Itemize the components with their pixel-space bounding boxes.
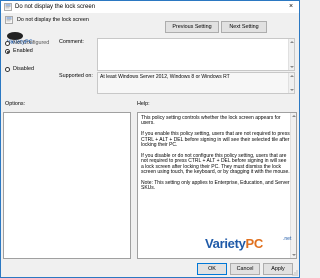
next-setting-button[interactable]: Next Setting (221, 21, 267, 33)
cancel-button[interactable]: Cancel (230, 263, 260, 275)
help-text: This policy setting controls whether the… (141, 115, 290, 197)
watermark-main: Variety (205, 236, 246, 251)
help-paragraph: Note: This setting only applies to Enter… (141, 179, 290, 192)
scroll-down-icon[interactable] (290, 89, 294, 91)
radio-not-configured-label: Not Configured (13, 40, 50, 46)
comment-scrollbar[interactable] (288, 39, 294, 70)
radio-not-configured-dot[interactable] (5, 40, 10, 46)
help-paragraph: This policy setting controls whether the… (141, 115, 281, 127)
scroll-up-icon[interactable] (292, 115, 296, 117)
close-icon[interactable]: × (286, 2, 296, 12)
radio-disabled[interactable]: Disabled (5, 65, 34, 73)
help-label: Help: (137, 101, 150, 107)
radio-disabled-label: Disabled (13, 66, 34, 72)
radio-disabled-dot[interactable] (5, 66, 10, 72)
radio-enabled-label: Enabled (13, 48, 33, 54)
radio-enabled-dot[interactable] (5, 48, 10, 54)
scroll-up-icon[interactable] (290, 75, 294, 77)
watermark-suffix: .net (283, 236, 292, 242)
comment-label: Comment: (59, 39, 84, 45)
radio-enabled[interactable]: Enabled (5, 47, 33, 55)
supported-on-field: At least Windows Server 2012, Windows 8 … (97, 72, 295, 94)
policy-header-icon (5, 16, 13, 24)
ok-button[interactable]: OK (197, 263, 227, 275)
policy-icon (4, 3, 12, 11)
comment-field[interactable] (97, 38, 295, 71)
window-title: Do not display the lock screen (15, 4, 96, 10)
supported-on-label: Supported on: (59, 73, 93, 79)
scroll-down-icon[interactable] (290, 66, 294, 68)
scroll-down-icon[interactable] (292, 254, 296, 256)
options-panel (3, 112, 131, 259)
previous-setting-button[interactable]: Previous Setting (165, 21, 219, 33)
supported-scrollbar[interactable] (288, 73, 294, 93)
policy-title: Do not display the lock screen (17, 17, 89, 23)
policy-dialog: Do not display the lock screen × Do not … (0, 0, 300, 278)
radio-not-configured[interactable]: Not Configured (5, 39, 49, 47)
watermark-accent: PC (245, 236, 264, 251)
options-label: Options: (5, 101, 26, 107)
scroll-up-icon[interactable] (290, 41, 294, 43)
help-paragraph: If you enable this policy setting, users… (141, 131, 290, 149)
title-bar[interactable]: Do not display the lock screen × (1, 1, 299, 13)
watermark-text: VarietyPC (205, 236, 263, 251)
resize-grip-icon[interactable] (291, 269, 298, 276)
varietypc-watermark: VarietyPC .net (205, 233, 295, 253)
help-paragraph: If you disable or do not configure this … (141, 152, 290, 176)
apply-button[interactable]: Apply (263, 263, 293, 275)
supported-on-value: At least Windows Server 2012, Windows 8 … (100, 74, 230, 80)
